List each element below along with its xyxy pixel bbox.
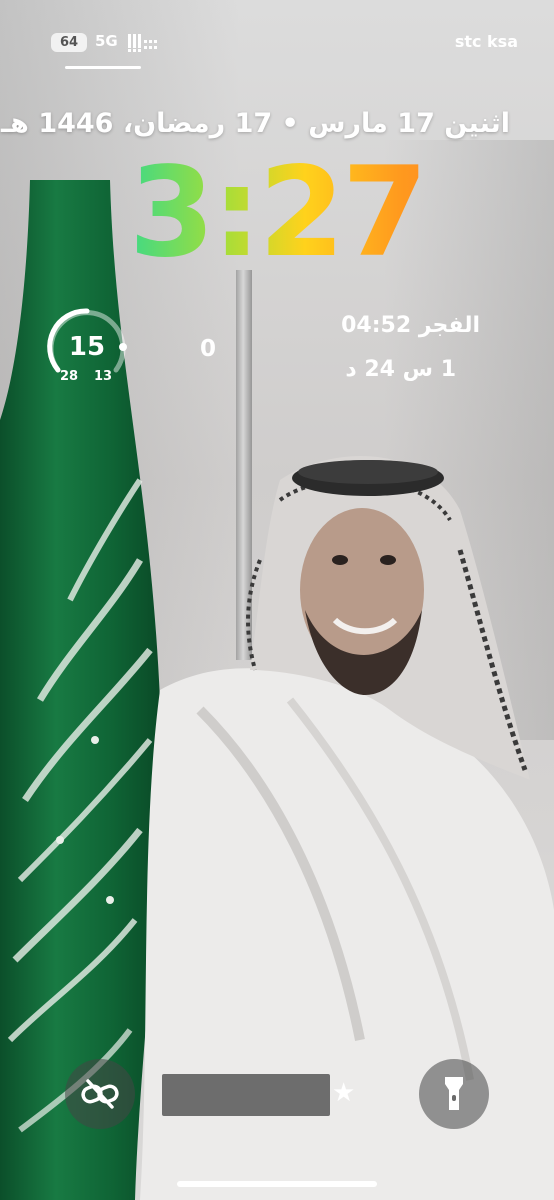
home-indicator[interactable]	[177, 1181, 377, 1187]
date-line[interactable]: اثنين 17 مارس • 17 رمضان، 1446 هـ	[1, 108, 510, 139]
battery-indicator: 64	[51, 33, 87, 52]
prayer-time[interactable]: الفجر 04:52	[341, 313, 480, 338]
redacted-area	[162, 1074, 330, 1116]
temperature-value: 15	[68, 332, 106, 362]
status-bar: 64 5G stc ksa	[0, 0, 554, 70]
star-icon[interactable]: ★	[332, 1078, 355, 1108]
link-off-icon	[81, 1079, 119, 1109]
prayer-countdown[interactable]: 1 س 24 د	[345, 357, 456, 382]
network-type-label: 5G	[95, 32, 118, 50]
carrier-name: stc ksa	[454, 32, 518, 51]
flashlight-icon	[445, 1077, 463, 1110]
temperature-high: 28	[60, 369, 79, 384]
temperature-low: 13	[94, 369, 113, 384]
lock-clock[interactable]: 3:27	[0, 148, 554, 278]
flashlight-button[interactable]	[419, 1059, 489, 1129]
signal-icon	[128, 34, 157, 52]
status-underline	[65, 66, 141, 69]
counter-widget[interactable]: 0	[200, 336, 216, 362]
link-off-button[interactable]	[65, 1059, 135, 1129]
